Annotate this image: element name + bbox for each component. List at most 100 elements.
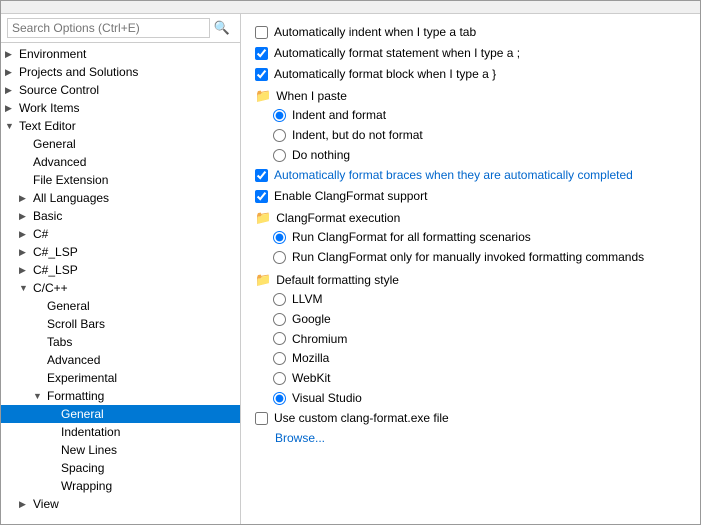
tree-item-source-control[interactable]: ▶Source Control [1, 81, 240, 99]
style-radio-row-2: Chromium [273, 331, 686, 348]
paste-radio-group: Indent and formatIndent, but do not form… [273, 107, 686, 163]
arrow-icon: ▶ [19, 265, 33, 276]
tree-item-label: C/C++ [33, 281, 236, 295]
tree-item-label: Experimental [47, 371, 236, 385]
tree-item-text-editor[interactable]: ▼Text Editor [1, 117, 240, 135]
search-button[interactable]: 🔍 [210, 18, 234, 38]
braces-option-row: Automatically format braces when they ar… [255, 167, 686, 184]
style-radio-webkit[interactable] [273, 372, 286, 385]
tree-item-cpp-experimental[interactable]: Experimental [1, 369, 240, 387]
arrow-icon: ▶ [19, 211, 33, 222]
tree-item-formatting[interactable]: ▼Formatting [1, 387, 240, 405]
folder-icon: 📁 [255, 88, 271, 104]
tree-item-cpp-advanced[interactable]: Advanced [1, 351, 240, 369]
tree-item-te-advanced[interactable]: Advanced [1, 153, 240, 171]
style-option-label-4: WebKit [292, 370, 330, 387]
arrow-icon: ▼ [33, 391, 47, 401]
tree-item-label: C#_LSP [33, 263, 236, 277]
tree-item-label: Work Items [19, 101, 236, 115]
paste-radio-row-1: Indent, but do not format [273, 127, 686, 144]
paste-option-label-2: Do nothing [292, 147, 350, 164]
tree-view: ▶Environment▶Projects and Solutions▶Sour… [1, 43, 240, 524]
style-radio-chromium[interactable] [273, 332, 286, 345]
tree-item-label: Tabs [47, 335, 236, 349]
style-radio-google[interactable] [273, 313, 286, 326]
checkbox-0[interactable] [255, 26, 268, 39]
dialog-body: 🔍 ▶Environment▶Projects and Solutions▶So… [1, 14, 700, 524]
tree-item-work-items[interactable]: ▶Work Items [1, 99, 240, 117]
paste-section-header: 📁 When I paste [255, 88, 686, 104]
custom-clang-checkbox[interactable] [255, 412, 268, 425]
tree-item-label: C# [33, 227, 236, 241]
tree-item-basic[interactable]: ▶Basic [1, 207, 240, 225]
arrow-icon: ▶ [19, 247, 33, 258]
cf-option-label-0: Run ClangFormat for all formatting scena… [292, 229, 531, 246]
tree-item-csharp-lsp2[interactable]: ▶C#_LSP [1, 261, 240, 279]
tree-item-cpp-tabs[interactable]: Tabs [1, 333, 240, 351]
tree-item-cpp-general[interactable]: General [1, 297, 240, 315]
option-label-2: Automatically format block when I type a… [274, 66, 496, 83]
tree-item-environment[interactable]: ▶Environment [1, 45, 240, 63]
cf-radio-row-0: Run ClangFormat for all formatting scena… [273, 229, 686, 246]
tree-item-label: Advanced [33, 155, 236, 169]
style-option-label-5: Visual Studio [292, 390, 362, 407]
paste-radio-do-nothing[interactable] [273, 149, 286, 162]
tree-item-te-general[interactable]: General [1, 135, 240, 153]
style-radio-llvm[interactable] [273, 293, 286, 306]
tree-item-fmt-wrapping[interactable]: Wrapping [1, 477, 240, 495]
tree-item-label: Indentation [61, 425, 236, 439]
cf-radio-run-manual[interactable] [273, 251, 286, 264]
option-label-1: Automatically format statement when I ty… [274, 45, 520, 62]
option-row-1: Automatically format statement when I ty… [255, 45, 686, 62]
clangformat-checkbox[interactable] [255, 190, 268, 203]
style-radio-visual-studio[interactable] [273, 392, 286, 405]
cf-radio-run-all[interactable] [273, 231, 286, 244]
tree-item-fmt-newlines[interactable]: New Lines [1, 441, 240, 459]
left-panel: 🔍 ▶Environment▶Projects and Solutions▶So… [1, 14, 241, 524]
style-option-label-0: LLVM [292, 291, 322, 308]
tree-item-csharp-lsp1[interactable]: ▶C#_LSP [1, 243, 240, 261]
paste-radio-row-2: Do nothing [273, 147, 686, 164]
right-panel: Automatically indent when I type a tabAu… [241, 14, 700, 524]
tree-item-label: Advanced [47, 353, 236, 367]
tree-item-cpp[interactable]: ▼C/C++ [1, 279, 240, 297]
custom-clang-label: Use custom clang-format.exe file [274, 410, 449, 427]
browse-link[interactable]: Browse... [275, 431, 325, 445]
paste-radio-indent-no-format[interactable] [273, 129, 286, 142]
paste-section-title: When I paste [276, 89, 347, 103]
tree-item-projects-solutions[interactable]: ▶Projects and Solutions [1, 63, 240, 81]
style-radio-mozilla[interactable] [273, 352, 286, 365]
arrow-icon: ▼ [5, 121, 19, 131]
style-radio-row-4: WebKit [273, 370, 686, 387]
clangformat-exec-radio-group: Run ClangFormat for all formatting scena… [273, 229, 686, 266]
tree-item-fmt-indentation[interactable]: Indentation [1, 423, 240, 441]
tree-item-fmt-general[interactable]: General [1, 405, 240, 423]
tree-item-label: Source Control [19, 83, 236, 97]
tree-item-label: Basic [33, 209, 236, 223]
tree-item-label: View [33, 497, 236, 511]
tree-item-fmt-spacing[interactable]: Spacing [1, 459, 240, 477]
search-box: 🔍 [1, 14, 240, 43]
search-input[interactable] [7, 18, 210, 38]
tree-item-te-file-extension[interactable]: File Extension [1, 171, 240, 189]
checkbox-2[interactable] [255, 68, 268, 81]
braces-checkbox[interactable] [255, 169, 268, 182]
arrow-icon: ▶ [5, 103, 19, 114]
checkbox-1[interactable] [255, 47, 268, 60]
tree-item-label: Formatting [47, 389, 236, 403]
tree-item-cpp-scrollbars[interactable]: Scroll Bars [1, 315, 240, 333]
tree-item-label: Projects and Solutions [19, 65, 236, 79]
tree-item-label: File Extension [33, 173, 236, 187]
tree-item-label: General [61, 407, 236, 421]
paste-radio-indent-format[interactable] [273, 109, 286, 122]
folder-icon-2: 📁 [255, 210, 271, 226]
tree-item-label: Wrapping [61, 479, 236, 493]
tree-item-all-languages[interactable]: ▶All Languages [1, 189, 240, 207]
tree-item-csharp[interactable]: ▶C# [1, 225, 240, 243]
custom-clang-row: Use custom clang-format.exe file [255, 410, 686, 427]
arrow-icon: ▶ [5, 85, 19, 96]
tree-item-view[interactable]: ▶View [1, 495, 240, 513]
style-radio-row-0: LLVM [273, 291, 686, 308]
tree-item-label: Scroll Bars [47, 317, 236, 331]
style-option-label-2: Chromium [292, 331, 347, 348]
